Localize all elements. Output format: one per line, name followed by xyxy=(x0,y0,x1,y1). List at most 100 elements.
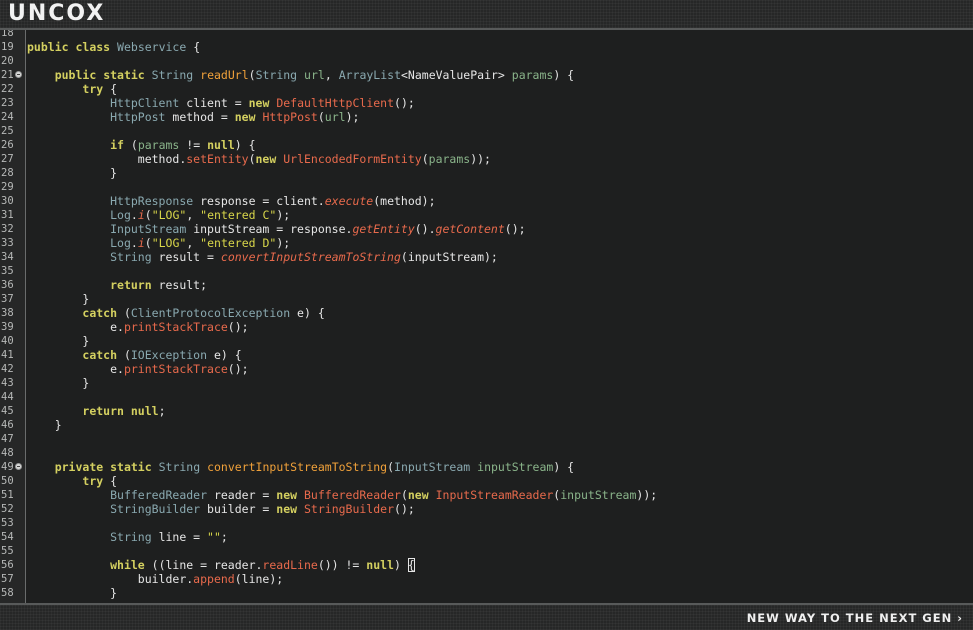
text-cursor: { xyxy=(407,558,415,572)
line-number: 46 xyxy=(1,419,14,431)
keyword-token: return xyxy=(82,404,124,418)
code-text: e) { xyxy=(207,348,242,362)
code-line[interactable]: 33 Log.i("LOG", "entered D"); xyxy=(0,236,973,250)
line-number: 34 xyxy=(1,251,14,263)
code-text: <NameValuePair> xyxy=(401,68,512,82)
fold-collapse-icon[interactable] xyxy=(15,463,22,470)
uncox-logo[interactable]: UNCOX xyxy=(8,2,105,26)
type-token: ArrayList xyxy=(338,68,401,82)
code-line[interactable]: 44 xyxy=(0,390,973,404)
code-line[interactable]: 43 } xyxy=(0,376,973,390)
method-call-token: append xyxy=(193,572,235,586)
code-line[interactable]: 38 catch (ClientProtocolException e) { xyxy=(0,306,973,320)
code-line[interactable]: 57 builder.append(line); xyxy=(0,572,973,586)
line-number: 58 xyxy=(1,587,14,599)
code-line[interactable]: 54 String line = ""; xyxy=(0,530,973,544)
code-text: (); xyxy=(394,502,415,516)
code-line[interactable]: 28 } xyxy=(0,166,973,180)
parameter-token: url xyxy=(304,68,325,82)
code-text: ) xyxy=(393,558,408,572)
code-line[interactable]: 34 String result = convertInputStreamToS… xyxy=(0,250,973,264)
code-line[interactable]: 30 HttpResponse response = client.execut… xyxy=(0,194,973,208)
code-line[interactable]: 52 StringBuilder builder = new StringBui… xyxy=(0,502,973,516)
method-name-token: readUrl xyxy=(200,68,249,82)
code-line[interactable]: 41 catch (IOException e) { xyxy=(0,348,973,362)
code-line[interactable]: 21 public static String readUrl(String u… xyxy=(0,68,973,82)
type-token: Log xyxy=(110,208,131,222)
code-line[interactable]: 58 } xyxy=(0,586,973,600)
keyword-token: catch xyxy=(82,348,118,362)
code-text: . xyxy=(130,236,138,250)
code-line[interactable]: 51 BufferedReader reader = new BufferedR… xyxy=(0,488,973,502)
keyword-token: static xyxy=(103,68,145,82)
code-line[interactable]: 53 xyxy=(0,516,973,530)
keyword-token: new xyxy=(276,502,298,516)
line-number: 44 xyxy=(1,391,14,403)
code-line[interactable]: 25 xyxy=(0,124,973,138)
code-line-text: String line = ""; xyxy=(27,530,228,544)
code-line[interactable]: 18 xyxy=(0,30,973,40)
code-line[interactable]: 26 if (params != null) { xyxy=(0,138,973,152)
line-number: 18 xyxy=(1,30,14,39)
line-number: 53 xyxy=(1,517,14,529)
parameter-token: url xyxy=(324,110,346,124)
code-text: ( xyxy=(117,348,131,362)
code-line[interactable]: 22 try { xyxy=(0,82,973,96)
code-editor[interactable]: 18 19 public class Webservice {20 21 public… xyxy=(0,30,973,603)
code-text: ; xyxy=(220,530,228,544)
code-text: ( xyxy=(248,152,256,166)
code-line[interactable]: 39 e.printStackTrace(); xyxy=(0,320,973,334)
code-line[interactable]: 32 InputStream inputStream = response.ge… xyxy=(0,222,973,236)
line-number: 41 xyxy=(1,349,14,361)
method-call-token: HttpPost xyxy=(262,110,318,124)
code-line[interactable]: 42 e.printStackTrace(); xyxy=(0,362,973,376)
code-line[interactable]: 29 xyxy=(0,180,973,194)
code-line[interactable]: 46 } xyxy=(0,418,973,432)
code-line[interactable]: 36 return result; xyxy=(0,278,973,292)
fold-collapse-icon[interactable] xyxy=(15,71,22,78)
type-token: HttpPost xyxy=(110,110,166,124)
keyword-token: while xyxy=(110,558,145,572)
code-line[interactable]: 31 Log.i("LOG", "entered C"); xyxy=(0,208,973,222)
method-call-token: setEntity xyxy=(186,152,249,166)
code-line[interactable]: 35 xyxy=(0,264,973,278)
keyword-token: public xyxy=(54,68,97,82)
code-line[interactable]: 45 return null; xyxy=(0,404,973,418)
code-line[interactable]: 47 xyxy=(0,432,973,446)
code-line[interactable]: 55 xyxy=(0,544,973,558)
code-line-text: catch (ClientProtocolException e) { xyxy=(27,306,324,320)
keyword-token: null xyxy=(130,404,159,418)
code-line[interactable]: 40 } xyxy=(0,334,973,348)
code-line[interactable]: 19 public class Webservice { xyxy=(0,40,973,54)
code-text: (). xyxy=(414,222,436,236)
code-line[interactable]: 24 HttpPost method = new HttpPost(url); xyxy=(0,110,973,124)
code-text: ( xyxy=(123,138,138,152)
code-line[interactable]: 49 private static String convertInputStr… xyxy=(0,460,973,474)
code-line-text: public class Webservice { xyxy=(27,40,200,54)
code-text: (); xyxy=(227,320,249,334)
code-line[interactable]: 20 xyxy=(0,54,973,68)
code-text: inputStream = response. xyxy=(186,222,353,236)
line-number: 48 xyxy=(1,447,14,459)
code-line[interactable]: 48 xyxy=(0,446,973,460)
code-line[interactable]: 27 method.setEntity(new UrlEncodedFormEn… xyxy=(0,152,973,166)
keyword-token: class xyxy=(75,40,111,54)
code-line[interactable]: 23 HttpClient client = new DefaultHttpCl… xyxy=(0,96,973,110)
code-line[interactable]: 50 try { xyxy=(0,474,973,488)
code-line-text: Log.i("LOG", "entered C"); xyxy=(27,208,290,222)
code-text: . xyxy=(130,208,138,222)
code-line-text: try { xyxy=(27,474,117,488)
type-token: Webservice xyxy=(117,40,187,54)
code-line[interactable]: 56 while ((line = reader.readLine()) != … xyxy=(0,558,973,572)
type-token: InputStream xyxy=(394,460,471,474)
code-line[interactable]: 37 } xyxy=(0,292,973,306)
footer-tagline-link[interactable]: NEW WAY TO THE NEXT GEN › xyxy=(747,610,963,626)
